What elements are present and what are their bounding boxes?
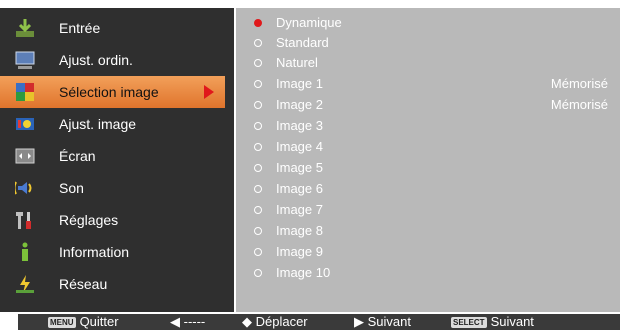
option-image-3[interactable]: Image 3: [236, 117, 620, 137]
select-label: Suivant: [490, 314, 534, 329]
option-label: Image 2: [276, 97, 323, 112]
input-icon: [16, 19, 34, 37]
menu-key-icon: MENU: [48, 317, 76, 328]
radio-icon: [254, 101, 262, 109]
menu-item-reseau[interactable]: Réseau: [0, 268, 234, 300]
radio-icon: [254, 122, 262, 130]
key-guide-bar: MENU Quitter ◀ ----- ◆ Déplacer ▶ Suivant…: [18, 314, 620, 330]
option-image-5[interactable]: Image 5: [236, 159, 620, 179]
option-label: Image 5: [276, 160, 323, 175]
option-image-6[interactable]: Image 6: [236, 180, 620, 200]
next-hint: ▶ Suivant: [354, 314, 411, 330]
selection-arrow-icon: [204, 85, 214, 99]
information-icon: [22, 242, 28, 261]
menu-item-label: Ajust. image: [59, 116, 137, 132]
select-key-icon: SELECT: [451, 317, 487, 328]
radio-icon: [254, 185, 262, 193]
quit-label: Quitter: [79, 314, 119, 329]
option-label: Naturel: [276, 55, 318, 70]
quit-hint: MENU Quitter: [48, 314, 119, 330]
menu-item-ecran[interactable]: Écran: [0, 140, 234, 172]
right-arrow-icon: ▶: [354, 314, 368, 329]
image-mode-options: Dynamique Standard Naturel Image 1 Mémor…: [236, 8, 620, 312]
option-image-10[interactable]: Image 10: [236, 264, 620, 284]
radio-selected-icon: [254, 19, 262, 27]
menu-item-label: Son: [59, 180, 84, 196]
option-label: Image 9: [276, 244, 323, 259]
up-down-arrow-icon: ◆: [242, 314, 256, 329]
menu-item-entree[interactable]: Entrée: [0, 12, 234, 44]
menu-item-selection-image[interactable]: Sélection image: [0, 76, 225, 108]
radio-icon: [254, 269, 262, 277]
option-label: Image 10: [276, 265, 331, 280]
screen-icon: [15, 148, 35, 164]
menu-item-ajust-ordin[interactable]: Ajust. ordin.: [0, 44, 234, 76]
option-dynamique[interactable]: Dynamique: [236, 14, 620, 34]
option-label: Image 1: [276, 76, 323, 91]
menu-item-label: Entrée: [59, 20, 101, 36]
menu-item-label: Réseau: [59, 276, 108, 292]
sound-icon: [15, 181, 32, 195]
option-image-7[interactable]: Image 7: [236, 201, 620, 221]
settings-tools-icon: [16, 212, 31, 229]
image-adjust-icon: [16, 118, 34, 130]
menu-item-label: Sélection image: [59, 84, 159, 100]
option-image-4[interactable]: Image 4: [236, 138, 620, 158]
option-standard[interactable]: Standard: [236, 34, 620, 54]
option-naturel[interactable]: Naturel: [236, 54, 620, 74]
move-label: Déplacer: [255, 314, 308, 329]
radio-icon: [254, 227, 262, 235]
left-arrow-icon: ◀: [170, 314, 184, 329]
image-select-icon: [16, 83, 34, 101]
option-label: Image 7: [276, 202, 323, 217]
radio-icon: [254, 143, 262, 151]
memorized-status: Mémorisé: [550, 76, 608, 91]
select-hint: SELECT Suivant: [451, 314, 534, 330]
option-label: Image 3: [276, 118, 323, 133]
radio-icon: [254, 80, 262, 88]
option-label: Image 8: [276, 223, 323, 238]
memorized-status: Mémorisé: [550, 97, 608, 112]
menu-item-ajust-image[interactable]: Ajust. image: [0, 108, 234, 140]
radio-icon: [254, 164, 262, 172]
menu-item-information[interactable]: Information: [0, 236, 234, 268]
option-label: Image 6: [276, 181, 323, 196]
back-label: -----: [183, 314, 206, 329]
move-hint: ◆ Déplacer: [242, 314, 308, 330]
option-image-9[interactable]: Image 9: [236, 243, 620, 263]
radio-icon: [254, 39, 262, 47]
menu-item-label: Ajust. ordin.: [59, 52, 133, 68]
menu-item-label: Information: [59, 244, 130, 260]
back-hint: ◀ -----: [170, 314, 205, 330]
computer-adjust-icon: [15, 51, 35, 69]
next-label: Suivant: [367, 314, 411, 329]
option-label: Image 4: [276, 139, 323, 154]
main-menu: Entrée Ajust. ordin. Sélection image Aju…: [0, 8, 234, 312]
option-image-8[interactable]: Image 8: [236, 222, 620, 242]
network-icon: [16, 275, 34, 293]
option-label: Standard: [276, 35, 329, 50]
menu-item-son[interactable]: Son: [0, 172, 234, 204]
radio-icon: [254, 59, 262, 67]
menu-item-reglages[interactable]: Réglages: [0, 204, 234, 236]
option-image-1[interactable]: Image 1 Mémorisé: [236, 75, 620, 95]
option-image-2[interactable]: Image 2 Mémorisé: [236, 96, 620, 116]
menu-item-label: Écran: [59, 148, 96, 164]
menu-item-label: Réglages: [59, 212, 119, 228]
option-label: Dynamique: [276, 15, 342, 30]
radio-icon: [254, 206, 262, 214]
radio-icon: [254, 248, 262, 256]
